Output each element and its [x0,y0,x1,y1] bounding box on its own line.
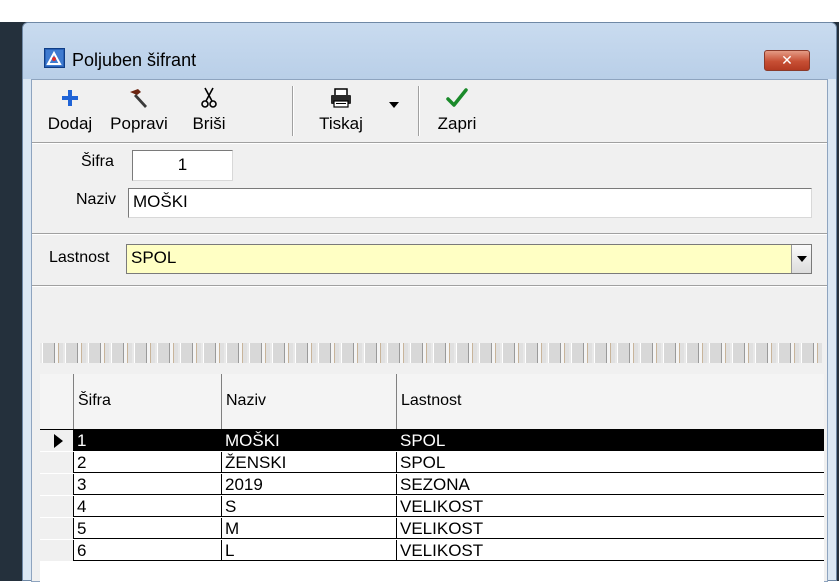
cell-code[interactable]: 4 [74,496,222,517]
delete-button-label: Briši [192,114,226,133]
print-button[interactable]: Tiskaj [314,84,368,138]
window-title: Poljuben šifrant [72,50,197,70]
table-row[interactable]: 5 M VELIKOST [40,518,824,539]
property-combobox[interactable]: SPOL [126,244,812,274]
chevron-down-icon [796,256,807,262]
cell-property[interactable]: VELIKOST [397,496,824,517]
close-window-button[interactable]: ✕ [764,50,810,71]
row-indicator [40,474,74,495]
cell-name[interactable]: ŽENSKI [222,452,397,473]
desktop-background-top [0,0,839,22]
cell-name[interactable]: MOŠKI [222,430,397,451]
row-indicator [40,452,74,473]
delete-button[interactable]: Briši [187,84,231,138]
toolbar-separator [292,86,294,136]
row-indicator [40,496,74,517]
checkmark-icon [446,84,468,112]
form-divider [32,233,827,235]
property-dropdown-button[interactable] [791,245,811,273]
property-label: Lastnost [49,249,110,266]
row-indicator [40,430,74,451]
cell-property[interactable]: SEZONA [397,474,824,495]
printer-icon [330,84,352,112]
print-button-label: Tiskaj [319,114,363,133]
form-divider-bottom [32,285,827,287]
row-indicator [40,540,74,561]
table-row[interactable]: 3 2019 SEZONA [40,474,824,495]
grid-header: Šifra Naziv Lastnost [40,374,824,430]
column-header-code[interactable]: Šifra [74,374,222,429]
column-ruler [40,343,822,363]
edit-button[interactable]: Popravi [104,84,174,138]
data-grid[interactable]: Šifra Naziv Lastnost 1 MOŠKI SPOL 2 ŽENS… [40,374,824,583]
cell-name[interactable]: S [222,496,397,517]
cell-code[interactable]: 6 [74,540,222,561]
cell-name[interactable]: M [222,518,397,539]
add-button[interactable]: Dodaj [44,84,96,138]
close-button-label: Zapri [437,114,477,133]
grid-header-indicator [40,374,74,429]
scissors-icon [201,84,217,112]
table-row[interactable]: 2 ŽENSKI SPOL [40,452,824,473]
hammer-icon [127,84,151,112]
name-label: Naziv [76,191,117,208]
table-row[interactable]: 1 MOŠKI SPOL [40,430,824,451]
cell-property[interactable]: SPOL [397,430,824,451]
title-bar[interactable]: Poljuben šifrant ✕ [23,23,836,79]
app-icon [44,48,65,68]
cell-name[interactable]: 2019 [222,474,397,495]
cell-name[interactable]: L [222,540,397,561]
print-dropdown-arrow[interactable] [389,102,399,108]
toolbar: Dodaj Popravi Briši Tiskaj Zapri [32,80,827,142]
row-indicator [40,518,74,539]
cell-property[interactable]: VELIKOST [397,540,824,561]
current-row-arrow-icon [54,434,63,448]
dialog-window: Poljuben šifrant ✕ Dodaj Popravi Briši T… [22,22,837,583]
table-row[interactable]: 4 S VELIKOST [40,496,824,517]
edit-button-label: Popravi [110,114,168,133]
code-input[interactable]: 1 [132,150,233,181]
cell-code[interactable]: 2 [74,452,222,473]
table-row[interactable]: 6 L VELIKOST [40,540,824,561]
cell-code[interactable]: 3 [74,474,222,495]
dialog-client-area: Dodaj Popravi Briši Tiskaj Zapri Šifra 1… [31,79,828,583]
code-label: Šifra [81,153,114,170]
property-combobox-value: SPOL [131,248,177,267]
name-input[interactable]: MOŠKI [128,188,812,218]
plus-icon [61,84,79,112]
column-header-property[interactable]: Lastnost [397,374,824,429]
toolbar-separator [418,86,420,136]
cell-property[interactable]: VELIKOST [397,518,824,539]
add-button-label: Dodaj [47,114,93,133]
toolbar-divider [32,142,827,144]
close-button[interactable]: Zapri [432,84,482,138]
cell-property[interactable]: SPOL [397,452,824,473]
cell-code[interactable]: 1 [74,430,222,451]
column-header-name[interactable]: Naziv [222,374,397,429]
cell-code[interactable]: 5 [74,518,222,539]
